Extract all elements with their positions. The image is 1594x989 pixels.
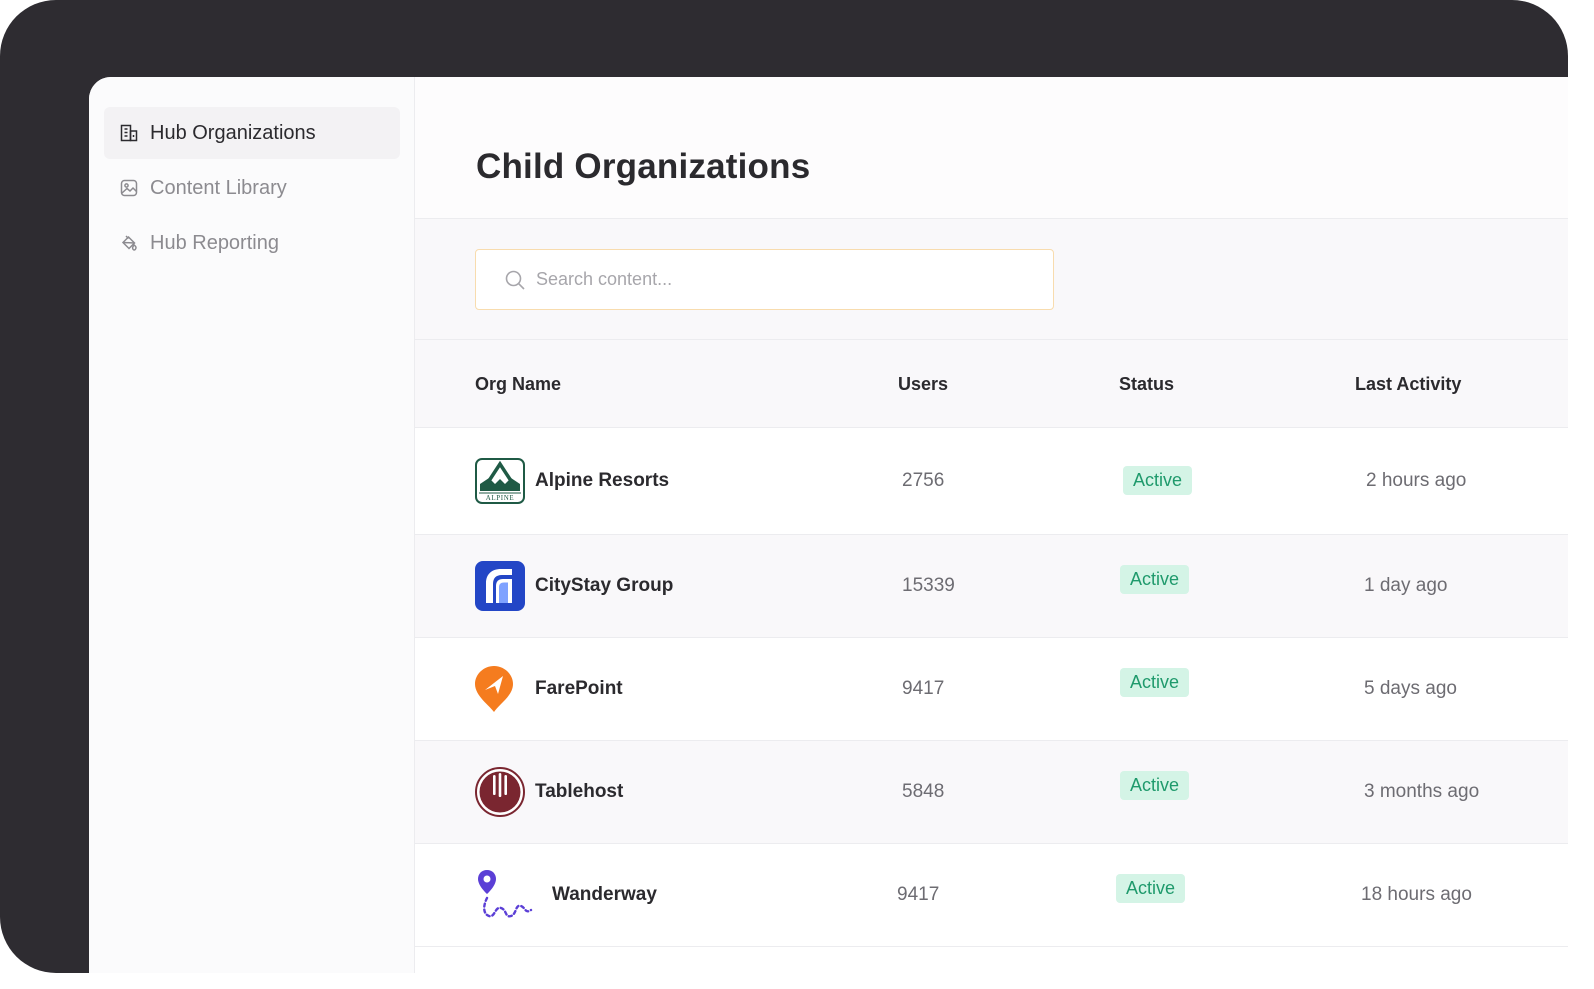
- status-badge: Active: [1116, 874, 1186, 903]
- last-activity: 5 days ago: [1364, 678, 1457, 699]
- table-row[interactable]: Wanderway 9417 Active 18 hours ago: [415, 844, 1568, 947]
- app-window: Hub Organizations Content Library Hub Re…: [89, 77, 1568, 973]
- status-badge: Active: [1120, 771, 1190, 800]
- org-name[interactable]: Alpine Resorts: [535, 470, 669, 492]
- search-icon: [505, 270, 525, 290]
- column-header-last-activity[interactable]: Last Activity: [1355, 374, 1461, 395]
- org-name-cell: CityStay Group: [475, 535, 673, 637]
- org-name-cell: Wanderway: [475, 844, 657, 946]
- users-count: 5848: [902, 781, 945, 802]
- table-row[interactable]: FarePoint 9417 Active 5 days ago: [415, 638, 1568, 741]
- table-row[interactable]: Tablehost 5848 Active 3 months ago: [415, 741, 1568, 844]
- last-activity: 18 hours ago: [1361, 884, 1472, 905]
- paint-bucket-icon: [119, 233, 139, 253]
- column-header-users[interactable]: Users: [898, 374, 948, 395]
- last-activity: 3 months ago: [1364, 781, 1480, 802]
- building-icon: [119, 123, 139, 143]
- device-frame: Hub Organizations Content Library Hub Re…: [0, 0, 1568, 973]
- search-box[interactable]: [475, 249, 1054, 310]
- sidebar-item-hub-organizations[interactable]: Hub Organizations: [104, 107, 400, 159]
- last-activity: 2 hours ago: [1366, 470, 1467, 491]
- page-title: Child Organizations: [476, 147, 811, 186]
- users-count: 9417: [897, 884, 940, 905]
- column-header-status[interactable]: Status: [1119, 374, 1174, 395]
- org-name[interactable]: FarePoint: [535, 678, 623, 700]
- wanderway-logo: [475, 870, 537, 920]
- sidebar: Hub Organizations Content Library Hub Re…: [89, 77, 415, 973]
- status-badge: Active: [1120, 668, 1190, 697]
- org-name-cell: FarePoint: [475, 638, 623, 740]
- search-input[interactable]: [536, 269, 1016, 290]
- table-row[interactable]: ALPINE Alpine Resorts 2756 Active 2 hour…: [415, 428, 1568, 535]
- alpine-logo: ALPINE: [475, 456, 525, 506]
- farepoint-logo: [475, 664, 525, 714]
- image-icon: [119, 178, 139, 198]
- status-badge: Active: [1120, 565, 1190, 594]
- column-header-org-name[interactable]: Org Name: [475, 374, 561, 395]
- sidebar-item-hub-reporting[interactable]: Hub Reporting: [104, 217, 400, 269]
- org-name-cell: ALPINE Alpine Resorts: [475, 428, 669, 534]
- page-header: Child Organizations: [415, 77, 1568, 219]
- svg-text:ALPINE: ALPINE: [486, 494, 515, 502]
- org-name[interactable]: Wanderway: [552, 884, 657, 906]
- sidebar-item-label: Hub Reporting: [150, 231, 279, 254]
- org-name[interactable]: CityStay Group: [535, 575, 673, 597]
- status-badge: Active: [1123, 466, 1193, 495]
- sidebar-item-label: Hub Organizations: [150, 121, 316, 144]
- org-name-cell: Tablehost: [475, 741, 623, 843]
- org-name[interactable]: Tablehost: [535, 781, 623, 803]
- search-bar-area: [415, 219, 1568, 340]
- users-count: 2756: [902, 470, 945, 491]
- table-row[interactable]: CityStay Group 15339 Active 1 day ago: [415, 535, 1568, 638]
- table-header: Org Name Users Status Last Activity: [415, 340, 1568, 428]
- sidebar-item-label: Content Library: [150, 176, 287, 199]
- main-content: Child Organizations Org Name Users Statu…: [415, 77, 1568, 973]
- users-count: 9417: [902, 678, 945, 699]
- last-activity: 1 day ago: [1364, 575, 1448, 596]
- users-count: 15339: [902, 575, 955, 596]
- org-table: Org Name Users Status Last Activity ALPI…: [415, 340, 1568, 947]
- citystay-logo: [475, 561, 525, 611]
- tablehost-logo: [475, 767, 525, 817]
- sidebar-item-content-library[interactable]: Content Library: [104, 162, 400, 214]
